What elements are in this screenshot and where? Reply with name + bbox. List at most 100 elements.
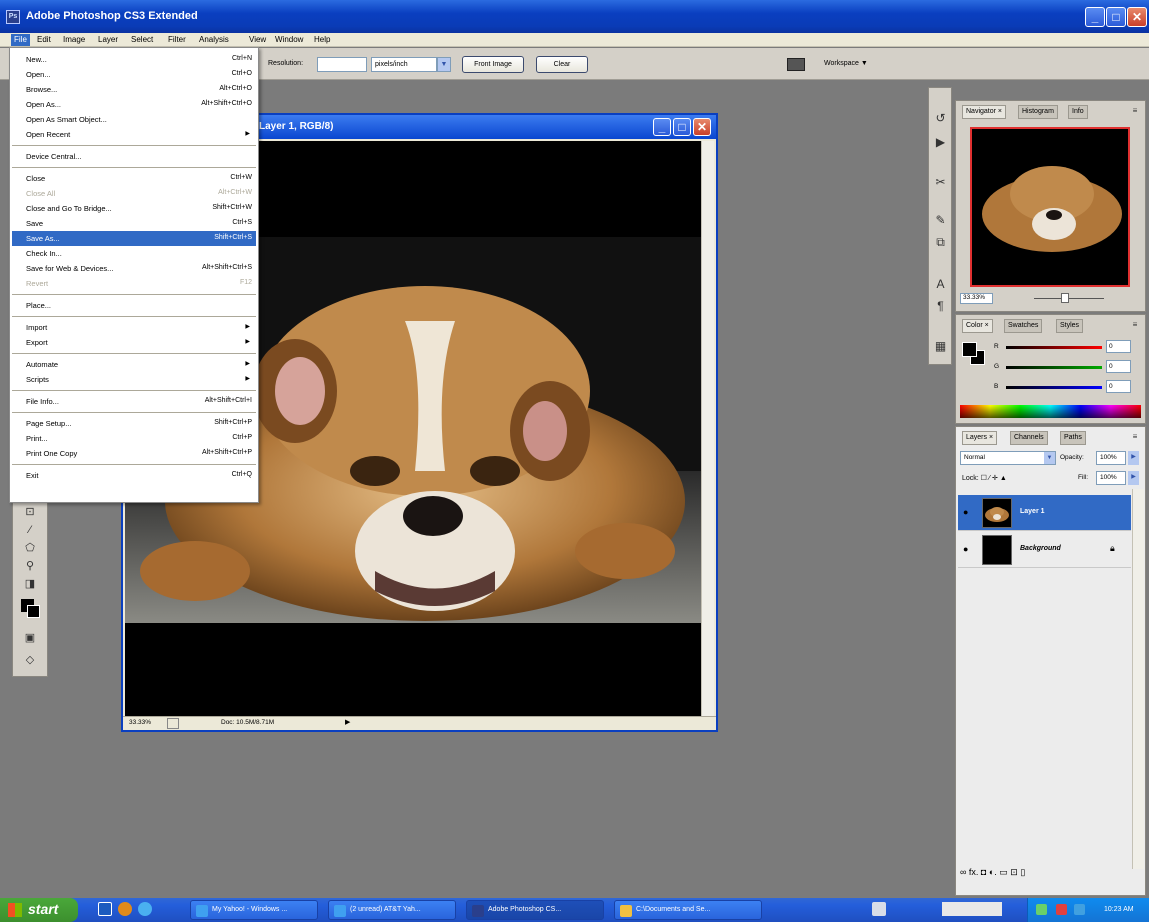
workspace-icon[interactable] [787, 58, 805, 71]
security-icon[interactable] [1056, 904, 1067, 915]
file-menu-item[interactable]: Place... [12, 298, 256, 313]
workspace-menu[interactable]: Workspace ▼ [824, 60, 868, 67]
file-menu-item[interactable]: Automate ▶ [12, 357, 256, 372]
actions-icon[interactable]: ▶ [932, 134, 949, 151]
default-colors-icon[interactable]: ◨ [21, 577, 39, 591]
channel-b-value[interactable]: 0 [1106, 380, 1131, 393]
menu-filter[interactable]: Filter [165, 34, 189, 46]
navigator-thumbnail[interactable] [970, 127, 1130, 287]
zoom-tool-icon[interactable]: ⚲ [21, 559, 39, 573]
minimize-button[interactable]: _ [1085, 7, 1105, 27]
polygon-tool-icon[interactable]: ⬠ [21, 541, 39, 555]
measurement-icon[interactable]: ▦ [932, 338, 949, 355]
stamp-tool-icon[interactable]: ⊡ [21, 505, 39, 519]
file-menu-item[interactable]: Scripts ▶ [12, 372, 256, 387]
character-icon[interactable]: A [932, 276, 949, 293]
opacity-input[interactable]: 100% [1096, 451, 1126, 465]
file-menu-item[interactable]: Open As... Alt+Shift+Ctrl+O [12, 97, 256, 112]
play-arrow-icon[interactable]: ▶ [345, 718, 350, 726]
task-att-yahoo[interactable]: (2 unread) AT&T Yah... [328, 900, 456, 920]
media-icon[interactable] [118, 902, 132, 916]
file-menu-item[interactable]: File Info... Alt+Shift+Ctrl+I [12, 394, 256, 409]
doc-close-button[interactable]: ✕ [693, 118, 711, 136]
internet-explorer-icon[interactable] [138, 902, 152, 916]
network-icon[interactable] [1036, 904, 1047, 915]
tab-color[interactable]: Color × [962, 319, 993, 333]
file-menu-item[interactable]: Check In... [12, 246, 256, 261]
title-bar[interactable]: Ps Adobe Photoshop CS3 Extended _ □ ✕ [0, 0, 1149, 33]
file-menu-item[interactable]: Page Setup... Shift+Ctrl+P [12, 416, 256, 431]
channel-r-slider[interactable] [1006, 346, 1102, 349]
layer-row-background[interactable]: ● Background 🔒︎ [958, 532, 1131, 568]
blend-mode-select[interactable]: Normal ▼ [960, 451, 1056, 465]
navigator-zoom-knob[interactable] [1061, 293, 1069, 303]
file-menu-item[interactable]: Save Ctrl+S [12, 216, 256, 231]
close-button[interactable]: ✕ [1127, 7, 1147, 27]
opacity-slider-button[interactable]: ▶ [1128, 451, 1139, 465]
menu-analysis[interactable]: Analysis [196, 34, 232, 46]
panel-menu-icon[interactable]: ≡ [1129, 431, 1141, 443]
doc-minimize-button[interactable]: _ [653, 118, 671, 136]
resolution-input[interactable] [317, 57, 367, 72]
keyboard-icon[interactable] [872, 902, 886, 916]
clone-source-icon[interactable]: ⧉ [932, 234, 949, 251]
file-menu-item[interactable]: Save As... Shift+Ctrl+S [12, 231, 256, 246]
channel-r-value[interactable]: 0 [1106, 340, 1131, 353]
color-spectrum[interactable] [960, 405, 1141, 418]
file-menu-item[interactable]: Open... Ctrl+O [12, 67, 256, 82]
file-menu-item[interactable]: Browse... Alt+Ctrl+O [12, 82, 256, 97]
history-icon[interactable]: ↺ [932, 110, 949, 127]
panel-menu-icon[interactable]: ≡ [1129, 105, 1141, 117]
foreground-color-swatch[interactable] [962, 342, 977, 357]
zoom-level[interactable]: 33.33% [129, 719, 151, 726]
menu-edit[interactable]: Edit [34, 34, 54, 46]
background-color-swatch[interactable] [27, 605, 40, 618]
layers-footer-icons[interactable]: ∞ fx. ◘ ◐. ▭ ⊡ ▯ [960, 867, 1025, 887]
file-menu-item[interactable]: New... Ctrl+N [12, 52, 256, 67]
visibility-eye-icon[interactable]: ● [963, 507, 968, 517]
brushes-icon[interactable]: ✎ [932, 212, 949, 229]
channel-g-value[interactable]: 0 [1106, 360, 1131, 373]
file-menu-item[interactable]: Import ▶ [12, 320, 256, 335]
clear-button[interactable]: Clear [536, 56, 588, 73]
menu-image[interactable]: Image [60, 34, 88, 46]
tab-channels[interactable]: Channels [1010, 431, 1048, 445]
show-desktop-icon[interactable] [98, 902, 112, 916]
tab-histogram[interactable]: Histogram [1018, 105, 1058, 119]
language-bar[interactable] [942, 902, 1002, 916]
file-menu-item[interactable]: Open Recent ▶ [12, 127, 256, 142]
front-image-button[interactable]: Front Image [462, 56, 524, 73]
panel-menu-icon[interactable]: ≡ [1129, 319, 1141, 331]
file-menu-item[interactable]: Device Central... [12, 149, 256, 164]
paragraph-icon[interactable]: ¶ [932, 298, 949, 315]
file-menu-item[interactable]: Print One Copy Alt+Shift+Ctrl+P [12, 446, 256, 461]
screen-mode-icon[interactable]: ◇ [21, 653, 39, 667]
tab-swatches[interactable]: Swatches [1004, 319, 1043, 333]
file-menu-item[interactable]: Exit Ctrl+Q [12, 468, 256, 483]
tool-presets-icon[interactable]: ✂ [932, 174, 949, 191]
file-menu-item[interactable]: Print... Ctrl+P [12, 431, 256, 446]
tab-layers[interactable]: Layers × [962, 431, 998, 445]
menu-view[interactable]: View [246, 34, 269, 46]
file-menu-item[interactable]: Open As Smart Object... [12, 112, 256, 127]
visibility-eye-icon[interactable]: ● [963, 544, 968, 554]
menu-window[interactable]: Window [272, 34, 306, 46]
fill-slider-button[interactable]: ▶ [1128, 471, 1139, 485]
start-button[interactable]: start [0, 898, 78, 922]
channel-g-slider[interactable] [1006, 366, 1102, 369]
layer-name[interactable]: Background [1020, 545, 1061, 552]
doc-maximize-button[interactable]: □ [673, 118, 691, 136]
volume-icon[interactable] [1074, 904, 1085, 915]
task-my-yahoo[interactable]: My Yahoo! - Windows ... [190, 900, 318, 920]
file-menu-item[interactable]: Close Ctrl+W [12, 171, 256, 186]
menu-layer[interactable]: Layer [95, 34, 121, 46]
file-menu-item[interactable]: Save for Web & Devices... Alt+Shift+Ctrl+… [12, 261, 256, 276]
menu-help[interactable]: Help [311, 34, 333, 46]
tab-navigator[interactable]: Navigator × [962, 105, 1006, 119]
eyedropper-tool-icon[interactable]: ⁄ [21, 523, 39, 537]
menu-select[interactable]: Select [128, 34, 156, 46]
fill-input[interactable]: 100% [1096, 471, 1126, 485]
task-photoshop[interactable]: Adobe Photoshop CS... [466, 900, 604, 920]
tab-styles[interactable]: Styles [1056, 319, 1084, 333]
zoom-icon[interactable] [167, 718, 179, 729]
